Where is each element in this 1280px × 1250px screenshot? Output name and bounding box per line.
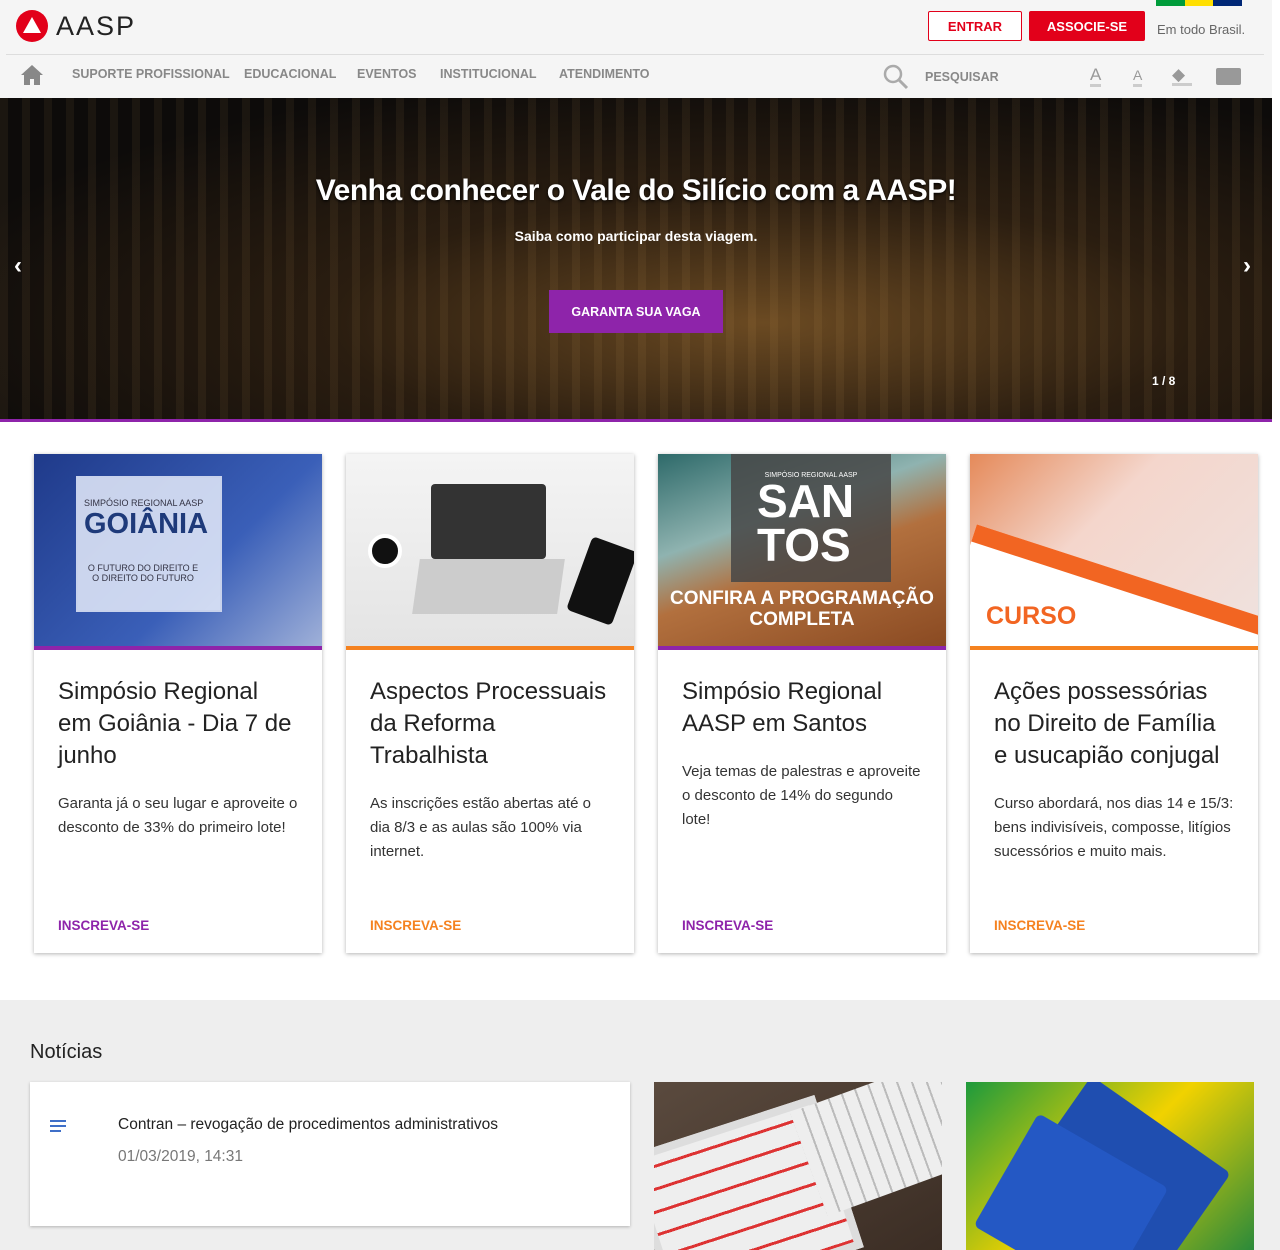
course-card[interactable]: Aspectos Processuais da Reforma Trabalhi… — [346, 454, 634, 953]
event-card[interactable]: SIMPÓSIO REGIONAL AASP GOIÂNIA O FUTURO … — [34, 454, 322, 953]
hero-title: Venha conhecer o Vale do Silício com a A… — [315, 174, 957, 207]
news-item[interactable]: Contran – revogação de procedimentos adm… — [30, 1082, 630, 1226]
brazil-flag-stripe — [1156, 0, 1243, 6]
home-icon[interactable] — [20, 64, 44, 86]
nav-atendimento[interactable]: ATENDIMENTO — [559, 67, 650, 81]
card-description: Curso abordará, nos dias 14 e 15/3: bens… — [994, 795, 1234, 860]
card-image: SIMPÓSIO REGIONAL AASP SAN TOS CONFIRA A… — [658, 454, 946, 646]
search-label[interactable]: PESQUISAR — [925, 70, 999, 84]
join-button[interactable]: ASSOCIE-SE — [1029, 11, 1145, 41]
course-card[interactable]: CURSO Ações possessórias no Direito de F… — [970, 454, 1258, 953]
subscribe-link[interactable]: INSCREVA-SE — [58, 918, 149, 933]
enter-button[interactable]: ENTRAR — [928, 11, 1022, 41]
hero-subtitle: Saiba como participar desta viagem. — [514, 228, 758, 244]
font-decrease-button[interactable]: A — [1133, 66, 1143, 87]
card-description: As inscrições estão abertas até o dia 8/… — [370, 795, 591, 860]
keyboard-icon[interactable] — [1216, 68, 1241, 85]
subscribe-link[interactable]: INSCREVA-SE — [370, 918, 461, 933]
card-title: Simpósio Regional em Goiânia - Dia 7 de … — [58, 678, 292, 769]
card-image — [346, 454, 634, 646]
logo-icon — [16, 10, 48, 42]
search-icon[interactable] — [883, 64, 909, 90]
slide-counter: 1 / 8 — [1152, 374, 1176, 388]
nav-eventos[interactable]: EVENTOS — [357, 67, 417, 81]
news-section: Notícias Contran – revogação de procedim… — [0, 1000, 1280, 1250]
news-title[interactable]: Contran – revogação de procedimentos adm… — [118, 1116, 498, 1134]
news-date: 01/03/2019, 14:31 — [118, 1148, 243, 1165]
chevron-right-icon[interactable]: › — [1243, 252, 1251, 280]
news-image-calendar[interactable] — [654, 1082, 942, 1250]
aasp-logo[interactable]: AASP — [16, 10, 136, 42]
contrast-icon[interactable]: ◆ — [1172, 66, 1192, 86]
news-image-work-card[interactable] — [966, 1082, 1254, 1250]
news-heading: Notícias — [30, 1041, 103, 1063]
nav-educacional[interactable]: EDUCACIONAL — [244, 67, 336, 81]
card-title: Simpósio Regional AASP em Santos — [682, 678, 883, 737]
tagline: Em todo Brasil. — [1157, 22, 1246, 37]
card-image: SIMPÓSIO REGIONAL AASP GOIÂNIA O FUTURO … — [34, 454, 322, 646]
hero-carousel: Venha conhecer o Vale do Silício com a A… — [0, 98, 1272, 422]
divider — [6, 54, 1264, 55]
hero-cta-button[interactable]: GARANTA SUA VAGA — [549, 290, 723, 333]
card-title: Aspectos Processuais da Reforma Trabalhi… — [370, 678, 607, 769]
card-image: CURSO — [970, 454, 1258, 646]
article-icon — [50, 1120, 66, 1135]
card-title: Ações possessórias no Direito de Família… — [994, 678, 1220, 769]
card-description: Veja temas de palestras e aproveite o de… — [682, 763, 921, 828]
nav-suporte-profissional[interactable]: SUPORTE PROFISSIONAL — [72, 67, 230, 81]
font-increase-button[interactable]: A — [1090, 66, 1102, 87]
event-card[interactable]: SIMPÓSIO REGIONAL AASP SAN TOS CONFIRA A… — [658, 454, 946, 953]
chevron-left-icon[interactable]: ‹ — [14, 252, 22, 280]
nav-institucional[interactable]: INSTITUCIONAL — [440, 67, 537, 81]
header: AASP ENTRAR ASSOCIE-SE Em todo Brasil. S… — [0, 0, 1272, 98]
subscribe-link[interactable]: INSCREVA-SE — [994, 918, 1085, 933]
card-description: Garanta já o seu lugar e aproveite o des… — [58, 795, 298, 836]
subscribe-link[interactable]: INSCREVA-SE — [682, 918, 773, 933]
